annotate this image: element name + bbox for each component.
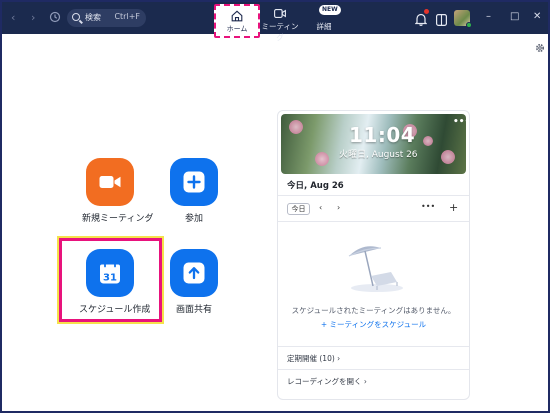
beach-umbrella-illustration bbox=[348, 246, 403, 292]
current-date: 火曜日, August 26 bbox=[339, 150, 418, 160]
banner-more-button[interactable]: ••• bbox=[453, 117, 470, 127]
maximize-button[interactable]: □ bbox=[510, 11, 519, 22]
add-event-button[interactable]: + bbox=[449, 201, 458, 214]
video-camera-icon bbox=[274, 9, 286, 18]
back-icon[interactable]: ‹ bbox=[11, 11, 15, 24]
presence-status-dot bbox=[466, 22, 472, 28]
chevron-down-icon[interactable]: ⌄ bbox=[145, 212, 151, 220]
divider bbox=[278, 346, 469, 347]
title-bar: ‹ › 検索 Ctrl+F ミーティング NEW 詳細 – □ ✕ bbox=[2, 2, 548, 42]
new-badge: NEW bbox=[319, 5, 341, 15]
avatar[interactable] bbox=[454, 10, 472, 28]
forward-icon[interactable]: › bbox=[31, 11, 35, 24]
search-label: 検索 bbox=[85, 13, 101, 22]
zoom-window: ‹ › 検索 Ctrl+F ミーティング NEW 詳細 – □ ✕ ホーム 新規… bbox=[0, 0, 550, 413]
divider bbox=[278, 195, 469, 196]
plus-icon bbox=[183, 171, 205, 193]
share-screen-label: 画面共有 bbox=[176, 305, 213, 315]
schedule-meeting-link[interactable]: + ミーティングをスケジュール bbox=[278, 319, 469, 330]
chevron-down-icon[interactable]: ⌄ bbox=[336, 180, 342, 188]
tab-detail[interactable]: NEW 詳細 bbox=[306, 2, 342, 34]
notification-bell-icon[interactable] bbox=[414, 9, 429, 30]
open-recordings-link[interactable]: レコーディングを開く › bbox=[287, 376, 367, 387]
new-meeting-button[interactable] bbox=[86, 158, 134, 206]
close-button[interactable]: ✕ bbox=[533, 11, 541, 22]
next-day-button[interactable]: › bbox=[337, 203, 340, 212]
video-camera-icon bbox=[99, 176, 121, 188]
notification-dot bbox=[424, 9, 429, 14]
share-screen-button[interactable] bbox=[170, 249, 218, 297]
more-options-button[interactable]: ••• bbox=[421, 202, 435, 211]
schedule-label: スケジュール作成 bbox=[79, 305, 151, 315]
search-icon bbox=[72, 13, 80, 21]
tab-meeting-label: ミーティング bbox=[261, 22, 299, 42]
current-time: 11:04 bbox=[349, 123, 416, 147]
join-label: 参加 bbox=[185, 214, 204, 224]
join-button[interactable] bbox=[170, 158, 218, 206]
schedule-button[interactable]: 31 bbox=[86, 249, 134, 297]
prev-day-button[interactable]: ‹ bbox=[319, 203, 322, 212]
tab-home[interactable]: ホーム bbox=[214, 4, 260, 38]
share-screen-icon bbox=[183, 262, 205, 284]
divider bbox=[278, 221, 469, 222]
home-icon bbox=[231, 10, 243, 22]
search-box[interactable]: 検索 Ctrl+F bbox=[67, 9, 146, 27]
tab-home-label: ホーム bbox=[226, 25, 248, 33]
divider bbox=[278, 369, 469, 370]
whiteboard-icon[interactable] bbox=[436, 11, 448, 30]
recurring-meetings-link[interactable]: 定期開催 (10) › bbox=[287, 353, 340, 364]
empty-message: スケジュールされたミーティングはありません。 bbox=[291, 306, 456, 315]
calendar-icon: 31 bbox=[100, 261, 120, 284]
minimize-button[interactable]: – bbox=[486, 11, 491, 22]
tab-detail-label: 詳細 bbox=[316, 22, 332, 31]
settings-gear-icon[interactable] bbox=[535, 43, 545, 53]
new-meeting-label: 新規ミーティング bbox=[82, 214, 154, 224]
history-icon[interactable] bbox=[49, 11, 61, 23]
today-button[interactable]: 今日 bbox=[287, 203, 310, 215]
calendar-day: 31 bbox=[103, 273, 117, 284]
search-shortcut: Ctrl+F bbox=[114, 12, 140, 21]
tab-meeting[interactable]: ミーティング bbox=[260, 2, 300, 42]
